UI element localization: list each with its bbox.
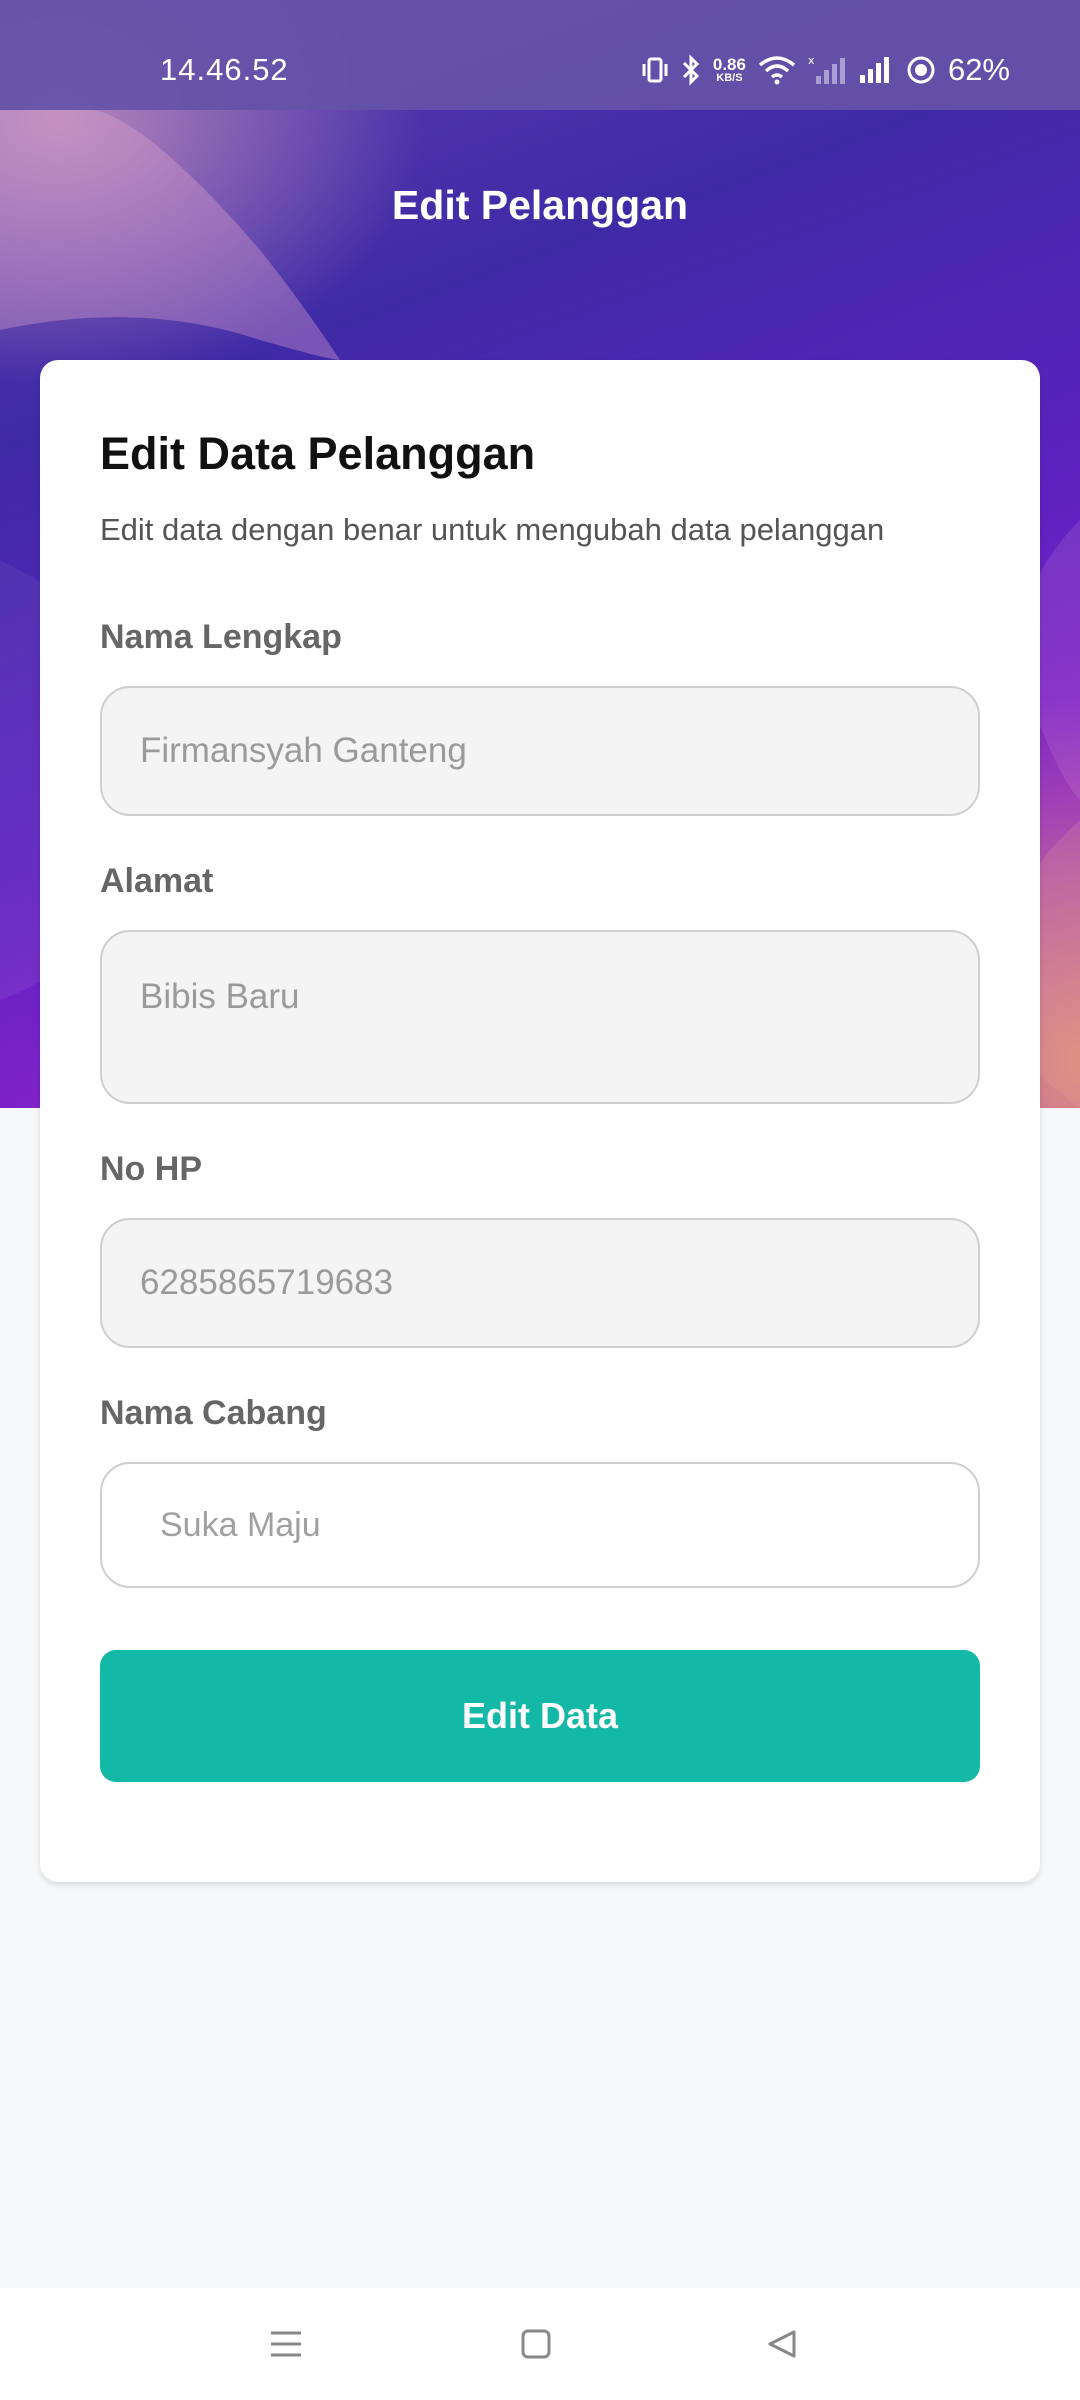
- status-icons: 0.86 KB/S x 62%: [641, 50, 1010, 90]
- address-label: Alamat: [100, 862, 214, 900]
- name-input[interactable]: Firmansyah Ganteng: [100, 686, 980, 816]
- signal-weak-icon: x: [808, 54, 846, 86]
- menu-icon[interactable]: [258, 2316, 314, 2372]
- status-bar: 14.46.52 0.86 KB/S x 62%: [0, 0, 1080, 110]
- phone-input[interactable]: 6285865719683: [100, 1218, 980, 1348]
- name-input-value: Firmansyah Ganteng: [140, 731, 467, 770]
- battery-level: 62%: [947, 52, 1010, 87]
- branch-select[interactable]: Suka Maju: [100, 1462, 980, 1588]
- edit-form-card: Edit Data Pelanggan Edit data dengan ben…: [40, 360, 1040, 1882]
- form-title: Edit Data Pelanggan: [100, 428, 536, 479]
- address-input-value: Bibis Baru: [140, 977, 300, 1016]
- bluetooth-icon: [681, 54, 701, 86]
- branch-select-value: Suka Maju: [160, 1505, 321, 1544]
- page-title: Edit Pelanggan: [391, 182, 689, 228]
- edit-data-button[interactable]: Edit Data: [100, 1650, 980, 1782]
- battery-saver-icon: [906, 55, 936, 85]
- svg-text:x: x: [808, 54, 815, 67]
- phone-label: No HP: [100, 1150, 202, 1188]
- name-label: Nama Lengkap: [100, 618, 342, 656]
- signal-icon: [858, 55, 894, 85]
- back-icon[interactable]: [754, 2316, 810, 2372]
- status-time: 14.46.52: [160, 52, 289, 87]
- address-input[interactable]: Bibis Baru: [100, 930, 980, 1104]
- branch-label: Nama Cabang: [100, 1394, 327, 1432]
- phone-input-value: 6285865719683: [140, 1263, 394, 1302]
- wifi-icon: [758, 55, 796, 85]
- navigation-bar: [0, 2288, 1080, 2400]
- vibrate-icon: [641, 55, 669, 85]
- home-icon[interactable]: [508, 2316, 564, 2372]
- network-speed: 0.86 KB/S: [712, 54, 746, 84]
- form-subtitle: Edit data dengan benar untuk mengubah da…: [100, 512, 885, 547]
